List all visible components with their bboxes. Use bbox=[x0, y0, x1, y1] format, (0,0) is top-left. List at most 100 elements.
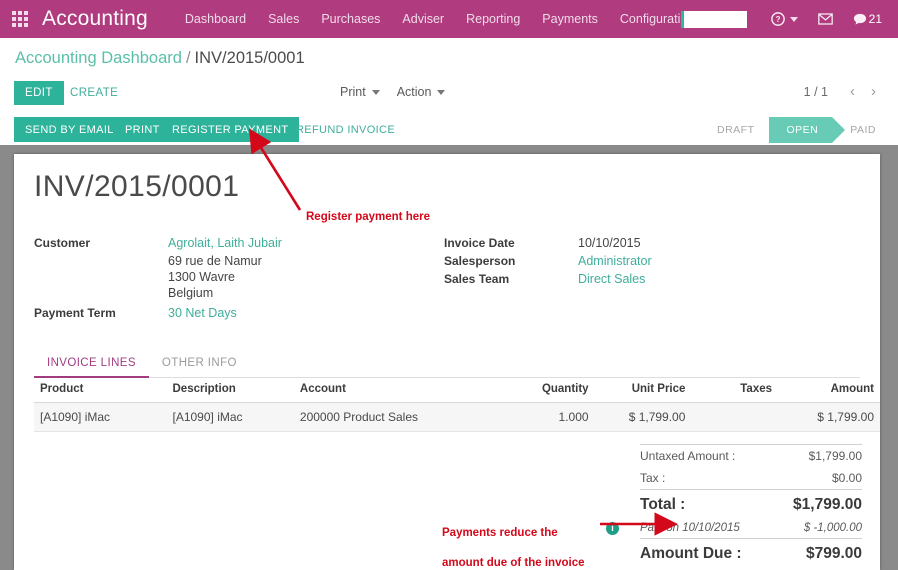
cell-account: 200000 Product Sales bbox=[294, 403, 493, 432]
record-pager: 1 / 1 ‹ › bbox=[804, 84, 884, 99]
invoice-date-value: 10/10/2015 bbox=[578, 236, 641, 250]
help-menu[interactable]: ? bbox=[761, 12, 808, 26]
menu-item-payments[interactable]: Payments bbox=[531, 2, 609, 36]
col-quantity: Quantity bbox=[493, 377, 595, 403]
control-panel: Accounting Dashboard/INV/2015/0001 EDIT … bbox=[0, 38, 898, 145]
pager-next-icon[interactable]: › bbox=[863, 84, 884, 99]
messages-button[interactable]: 21 bbox=[843, 12, 892, 26]
salesperson-value[interactable]: Administrator bbox=[578, 254, 652, 268]
tab-invoice-lines[interactable]: INVOICE LINES bbox=[34, 350, 149, 378]
status-open-label: OPEN bbox=[787, 124, 819, 136]
annotation-payments-line-1: Payments reduce the bbox=[442, 527, 558, 539]
tax-value: $0.00 bbox=[832, 471, 862, 485]
create-button[interactable]: CREATE bbox=[60, 81, 128, 105]
navbar-right-tools: ? 21 bbox=[681, 0, 892, 38]
invoice-left-fields: Customer Agrolait, Laith Jubair 69 rue d… bbox=[34, 236, 434, 323]
invoice-lines-table: Product Description Account Quantity Uni… bbox=[34, 377, 880, 432]
app-root: Accounting Dashboard Sales Purchases Adv… bbox=[0, 0, 898, 570]
mail-icon-button[interactable] bbox=[808, 13, 843, 25]
paid-value: $ -1,000.00 bbox=[804, 522, 862, 534]
table-header-row: Product Description Account Quantity Uni… bbox=[34, 377, 880, 403]
sales-team-label: Sales Team bbox=[444, 272, 578, 286]
cell-amount: $ 1,799.00 bbox=[778, 403, 880, 432]
invoice-date-row: Invoice Date 10/10/2015 bbox=[444, 236, 844, 250]
breadcrumb-root-link[interactable]: Accounting Dashboard bbox=[15, 49, 182, 67]
apps-grid-icon bbox=[12, 11, 28, 27]
col-amount: Amount bbox=[778, 377, 880, 403]
chevron-down-icon bbox=[372, 90, 380, 95]
control-panel-dropdowns: Print Action bbox=[340, 85, 445, 99]
message-count-badge: 21 bbox=[869, 12, 882, 26]
customer-address: 69 rue de Namur 1300 Wavre Belgium bbox=[168, 253, 262, 301]
chevron-down-icon bbox=[437, 90, 445, 95]
payment-term-label: Payment Term bbox=[34, 306, 168, 320]
untaxed-value: $1,799.00 bbox=[809, 449, 862, 463]
menu-item-sales[interactable]: Sales bbox=[257, 2, 310, 36]
send-by-email-button[interactable]: SEND BY EMAIL bbox=[14, 117, 125, 142]
tax-label: Tax : bbox=[640, 471, 665, 485]
payment-row: i Paid on 10/10/2015 $ -1,000.00 bbox=[640, 519, 862, 538]
invoice-title: INV/2015/0001 bbox=[34, 170, 239, 204]
pager-count: 1 / 1 bbox=[804, 85, 828, 99]
address-spacer bbox=[34, 253, 168, 301]
apps-menu-icon[interactable] bbox=[0, 0, 40, 38]
col-taxes: Taxes bbox=[691, 377, 778, 403]
refund-invoice-button[interactable]: REFUND INVOICE bbox=[285, 117, 406, 142]
total-value: $1,799.00 bbox=[793, 496, 862, 514]
payment-term-row: Payment Term 30 Net Days bbox=[34, 306, 434, 320]
amount-due-label: Amount Due : bbox=[640, 545, 742, 563]
user-menu-box[interactable] bbox=[681, 11, 747, 28]
invoice-sheet: INV/2015/0001 Customer Agrolait, Laith J… bbox=[14, 154, 880, 570]
cell-description: [A1090] iMac bbox=[167, 403, 294, 432]
sales-team-value[interactable]: Direct Sales bbox=[578, 272, 645, 286]
sheet-tabs: INVOICE LINES OTHER INFO bbox=[34, 350, 860, 378]
total-label: Total : bbox=[640, 496, 685, 514]
amount-due-row: Amount Due : $799.00 bbox=[640, 538, 862, 568]
payment-term-value[interactable]: 30 Net Days bbox=[168, 306, 237, 320]
total-untaxed-row: Untaxed Amount : $1,799.00 bbox=[640, 444, 862, 467]
sales-team-row: Sales Team Direct Sales bbox=[444, 272, 844, 286]
chevron-down-icon bbox=[790, 17, 798, 22]
customer-value[interactable]: Agrolait, Laith Jubair bbox=[168, 236, 282, 250]
breadcrumb: Accounting Dashboard/INV/2015/0001 bbox=[15, 49, 305, 68]
print-dropdown[interactable]: Print bbox=[340, 85, 380, 99]
annotation-payments-line-2: amount due of the invoice bbox=[442, 557, 584, 569]
print-dropdown-label: Print bbox=[340, 85, 366, 99]
salesperson-row: Salesperson Administrator bbox=[444, 254, 844, 268]
invoice-right-fields: Invoice Date 10/10/2015 Salesperson Admi… bbox=[444, 236, 844, 289]
menu-item-adviser[interactable]: Adviser bbox=[391, 2, 455, 36]
question-circle-icon: ? bbox=[771, 12, 785, 26]
info-circle-icon[interactable]: i bbox=[606, 522, 619, 535]
breadcrumb-current: INV/2015/0001 bbox=[195, 49, 305, 67]
status-open[interactable]: OPEN bbox=[769, 117, 833, 143]
annotation-payments-reduce: Payments reduce the amount due of the in… bbox=[442, 511, 584, 570]
menu-item-purchases[interactable]: Purchases bbox=[310, 2, 391, 36]
col-unit-price: Unit Price bbox=[595, 377, 692, 403]
tab-other-info[interactable]: OTHER INFO bbox=[149, 350, 250, 377]
invoice-lines-head: Product Description Account Quantity Uni… bbox=[34, 377, 880, 403]
edit-button[interactable]: EDIT bbox=[14, 81, 64, 105]
invoice-date-label: Invoice Date bbox=[444, 236, 578, 250]
amount-due-value: $799.00 bbox=[806, 545, 862, 563]
pager-previous-icon[interactable]: ‹ bbox=[842, 84, 863, 99]
invoice-lines-body: [A1090] iMac [A1090] iMac 200000 Product… bbox=[34, 403, 880, 432]
status-bar: DRAFT OPEN PAID bbox=[699, 117, 890, 143]
app-brand-title[interactable]: Accounting bbox=[42, 7, 148, 31]
customer-row: Customer Agrolait, Laith Jubair bbox=[34, 236, 434, 250]
top-navbar: Accounting Dashboard Sales Purchases Adv… bbox=[0, 0, 898, 38]
register-payment-button[interactable]: REGISTER PAYMENT bbox=[161, 117, 299, 142]
menu-item-dashboard[interactable]: Dashboard bbox=[174, 2, 257, 36]
table-row[interactable]: [A1090] iMac [A1090] iMac 200000 Product… bbox=[34, 403, 880, 432]
address-line-2: 1300 Wavre bbox=[168, 269, 262, 285]
action-dropdown[interactable]: Action bbox=[397, 85, 446, 99]
cell-quantity: 1.000 bbox=[493, 403, 595, 432]
svg-text:?: ? bbox=[775, 15, 780, 24]
cell-taxes bbox=[691, 403, 778, 432]
cell-product: [A1090] iMac bbox=[34, 403, 167, 432]
status-paid-label: PAID bbox=[850, 124, 876, 136]
form-action-buttons: SEND BY EMAIL PRINT REGISTER PAYMENT REF… bbox=[0, 117, 898, 145]
col-account: Account bbox=[294, 377, 493, 403]
menu-item-reporting[interactable]: Reporting bbox=[455, 2, 531, 36]
untaxed-label: Untaxed Amount : bbox=[640, 449, 735, 463]
annotation-register-payment: Register payment here bbox=[306, 210, 430, 225]
